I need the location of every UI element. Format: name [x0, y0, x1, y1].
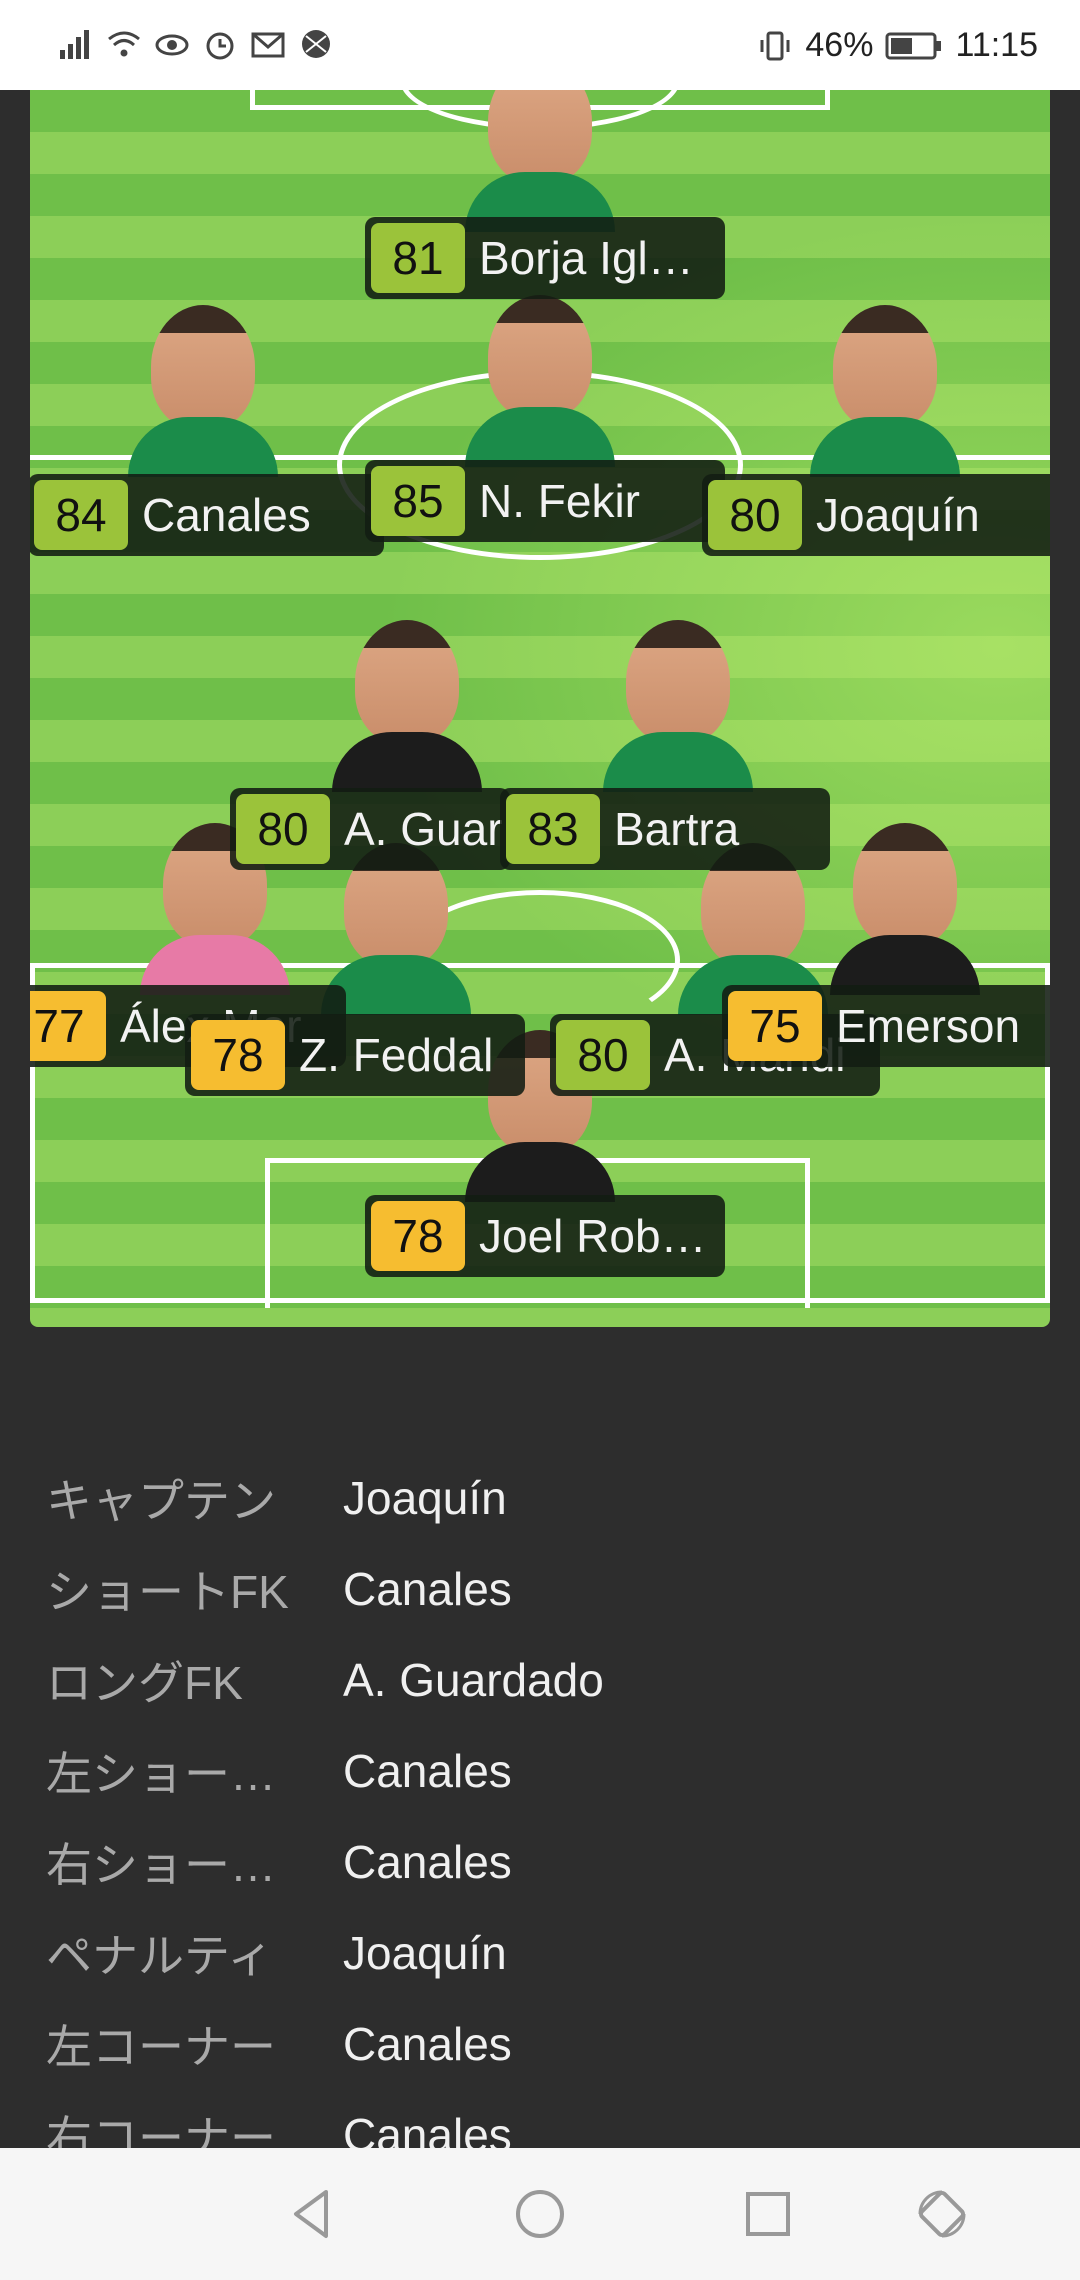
player-tag[interactable]: 84 Canales [30, 474, 384, 556]
role-player: Joaquín [343, 1471, 507, 1524]
player-rating: 80 [236, 794, 330, 864]
player-name: Bartra [614, 803, 740, 855]
player-name: Z. Feddal [299, 1029, 494, 1081]
role-label: ロングFK [46, 1656, 243, 1709]
player-tag[interactable]: 78 Z. Feddal [185, 1014, 525, 1096]
player-rating: 85 [371, 466, 465, 536]
alarm-icon [206, 32, 234, 60]
player-name: N. Fekir [479, 475, 640, 527]
triangle-back-icon[interactable] [282, 2184, 342, 2244]
list-item[interactable]: ショートFK Canales [46, 1543, 1046, 1634]
player-name: Joaquín [816, 489, 980, 541]
role-label: キャプテン [46, 1474, 276, 1527]
role-player: Canales [343, 1562, 512, 1615]
list-item[interactable]: 左ショー… Canales [46, 1725, 1046, 1816]
wifi-icon [108, 31, 140, 57]
rotate-icon[interactable] [912, 2184, 972, 2244]
role-label: 左ショー… [46, 1747, 276, 1800]
player-photo[interactable] [800, 305, 970, 477]
player-tag[interactable]: 75 Emerson [722, 985, 1050, 1067]
ball-icon [302, 30, 330, 58]
player-photo[interactable] [455, 295, 625, 467]
list-item[interactable]: キャプテン Joaquín [46, 1452, 1046, 1543]
role-player: Canales [343, 1744, 512, 1797]
player-photo[interactable] [322, 620, 492, 792]
player-tag[interactable]: 81 Borja Igl… [365, 217, 725, 299]
player-photo[interactable] [118, 305, 288, 477]
navigation-bar [0, 2148, 1080, 2280]
formation-pitch: 81 Borja Igl… 84 Canales 85 N. Fekir 80 … [30, 90, 1050, 1327]
player-rating: 75 [728, 991, 822, 1061]
status-bar: 46% 11:15 [0, 0, 1080, 90]
clock: 11:15 [955, 26, 1038, 64]
role-label: 右ショー… [46, 1838, 276, 1891]
vibrate-icon [760, 31, 790, 60]
player-name: Canales [142, 489, 311, 541]
player-tag[interactable]: 80 A. Guar [230, 788, 510, 870]
role-label: ショートFK [46, 1565, 289, 1618]
battery-icon [885, 32, 942, 59]
signal-icon [60, 30, 89, 59]
set-piece-list: キャプテン Joaquín ショートFK Canales ロングFK A. Gu… [46, 1452, 1046, 2180]
list-item[interactable]: ロングFK A. Guardado [46, 1634, 1046, 1725]
player-rating: 78 [191, 1020, 285, 1090]
player-tag[interactable]: 78 Joel Rob… [365, 1195, 725, 1277]
player-rating: 80 [556, 1020, 650, 1090]
role-player: Canales [343, 2017, 512, 2070]
role-label: 左コーナー [46, 2020, 276, 2073]
player-rating: 80 [708, 480, 802, 550]
player-rating: 78 [371, 1201, 465, 1271]
player-name: A. Guar [344, 803, 503, 855]
player-rating: 84 [34, 480, 128, 550]
player-photo[interactable] [593, 620, 763, 792]
player-rating: 77 [30, 991, 106, 1061]
role-player: Canales [343, 1835, 512, 1888]
player-tag[interactable]: 80 Joaquín [702, 474, 1050, 556]
role-player: A. Guardado [343, 1653, 604, 1706]
list-item[interactable]: 左コーナー Canales [46, 1998, 1046, 2089]
player-photo[interactable] [455, 90, 625, 232]
list-item[interactable]: ペナルティ Joaquín [46, 1907, 1046, 1998]
role-player: Joaquín [343, 1926, 507, 1979]
battery-percent: 46% [805, 26, 874, 64]
player-photo[interactable] [820, 823, 990, 995]
player-tag[interactable]: 85 N. Fekir [365, 460, 725, 542]
player-name: Emerson [836, 1000, 1021, 1052]
role-label: ペナルティ [46, 1929, 274, 1982]
player-rating: 83 [506, 794, 600, 864]
square-recents-icon[interactable] [738, 2184, 798, 2244]
mail-icon [251, 32, 285, 58]
eye-icon [155, 34, 189, 56]
list-item[interactable]: 右ショー… Canales [46, 1816, 1046, 1907]
player-name: Joel Rob… [479, 1210, 707, 1262]
player-rating: 81 [371, 223, 465, 293]
player-name: Borja Igl… [479, 232, 694, 284]
player-tag[interactable]: 83 Bartra [500, 788, 830, 870]
circle-home-icon[interactable] [510, 2184, 570, 2244]
